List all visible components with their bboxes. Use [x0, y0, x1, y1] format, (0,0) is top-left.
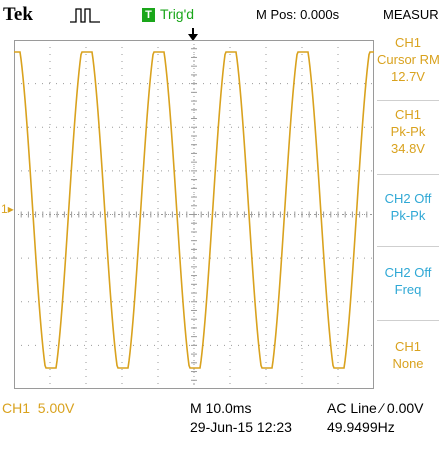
measure-source: CH1 — [394, 107, 421, 122]
menu-divider — [377, 320, 439, 321]
measure-slot-5[interactable]: CH1 None — [377, 338, 439, 372]
measure-value: 34.8V — [391, 141, 425, 156]
graticule — [14, 40, 374, 389]
measure-source: CH1 — [394, 35, 421, 50]
ch1-ground-marker[interactable]: 1▸ — [1, 202, 14, 216]
status-bar: Tek T Trig'd M Pos: 0.000s MEASURE — [0, 0, 439, 41]
bottom-status-bar: CH1 5.00V M 10.0ms 29-Jun-15 12:23 AC Li… — [0, 393, 439, 453]
timebase: M 10.0ms — [190, 400, 252, 416]
measure-type: Pk-Pk — [390, 124, 426, 139]
measure-slot-2[interactable]: CH1 Pk-Pk 34.8V — [377, 106, 439, 157]
trigger-info: AC Line ∕ 0.00V — [327, 400, 424, 416]
acquisition-pulse-icon — [70, 8, 100, 23]
measure-type: Pk-Pk — [390, 208, 426, 223]
menu-divider — [377, 246, 439, 247]
measure-source: CH1 — [394, 339, 421, 354]
measure-slot-3[interactable]: CH2 Off Pk-Pk — [377, 190, 439, 224]
trigger-badge: T — [142, 8, 155, 22]
horizontal-position: M Pos: 0.000s — [256, 7, 340, 22]
measure-menu: CH1 Cursor RM 12.7V CH1 Pk-Pk 34.8V CH2 … — [377, 28, 439, 393]
menu-title: MEASURE — [383, 7, 439, 22]
datetime: 29-Jun-15 12:23 — [190, 419, 292, 435]
menu-divider — [377, 174, 439, 175]
measure-slot-1[interactable]: CH1 Cursor RM 12.7V — [377, 34, 439, 85]
measure-value: 12.7V — [391, 69, 425, 84]
waveform-display — [14, 40, 374, 389]
trigger-status: Trig'd — [160, 6, 195, 22]
menu-divider — [377, 100, 439, 101]
trigger-frequency: 49.9499Hz — [327, 419, 395, 435]
measure-slot-4[interactable]: CH2 Off Freq — [377, 264, 439, 298]
ch1-scale: CH1 5.00V — [2, 400, 75, 416]
measure-type: Freq — [394, 282, 422, 297]
measure-source: CH2 Off — [384, 191, 432, 206]
measure-type: Cursor RM — [377, 52, 439, 67]
measure-source: CH2 Off — [384, 265, 432, 280]
measure-type: None — [392, 356, 424, 371]
brand-logo: Tek — [3, 4, 33, 25]
